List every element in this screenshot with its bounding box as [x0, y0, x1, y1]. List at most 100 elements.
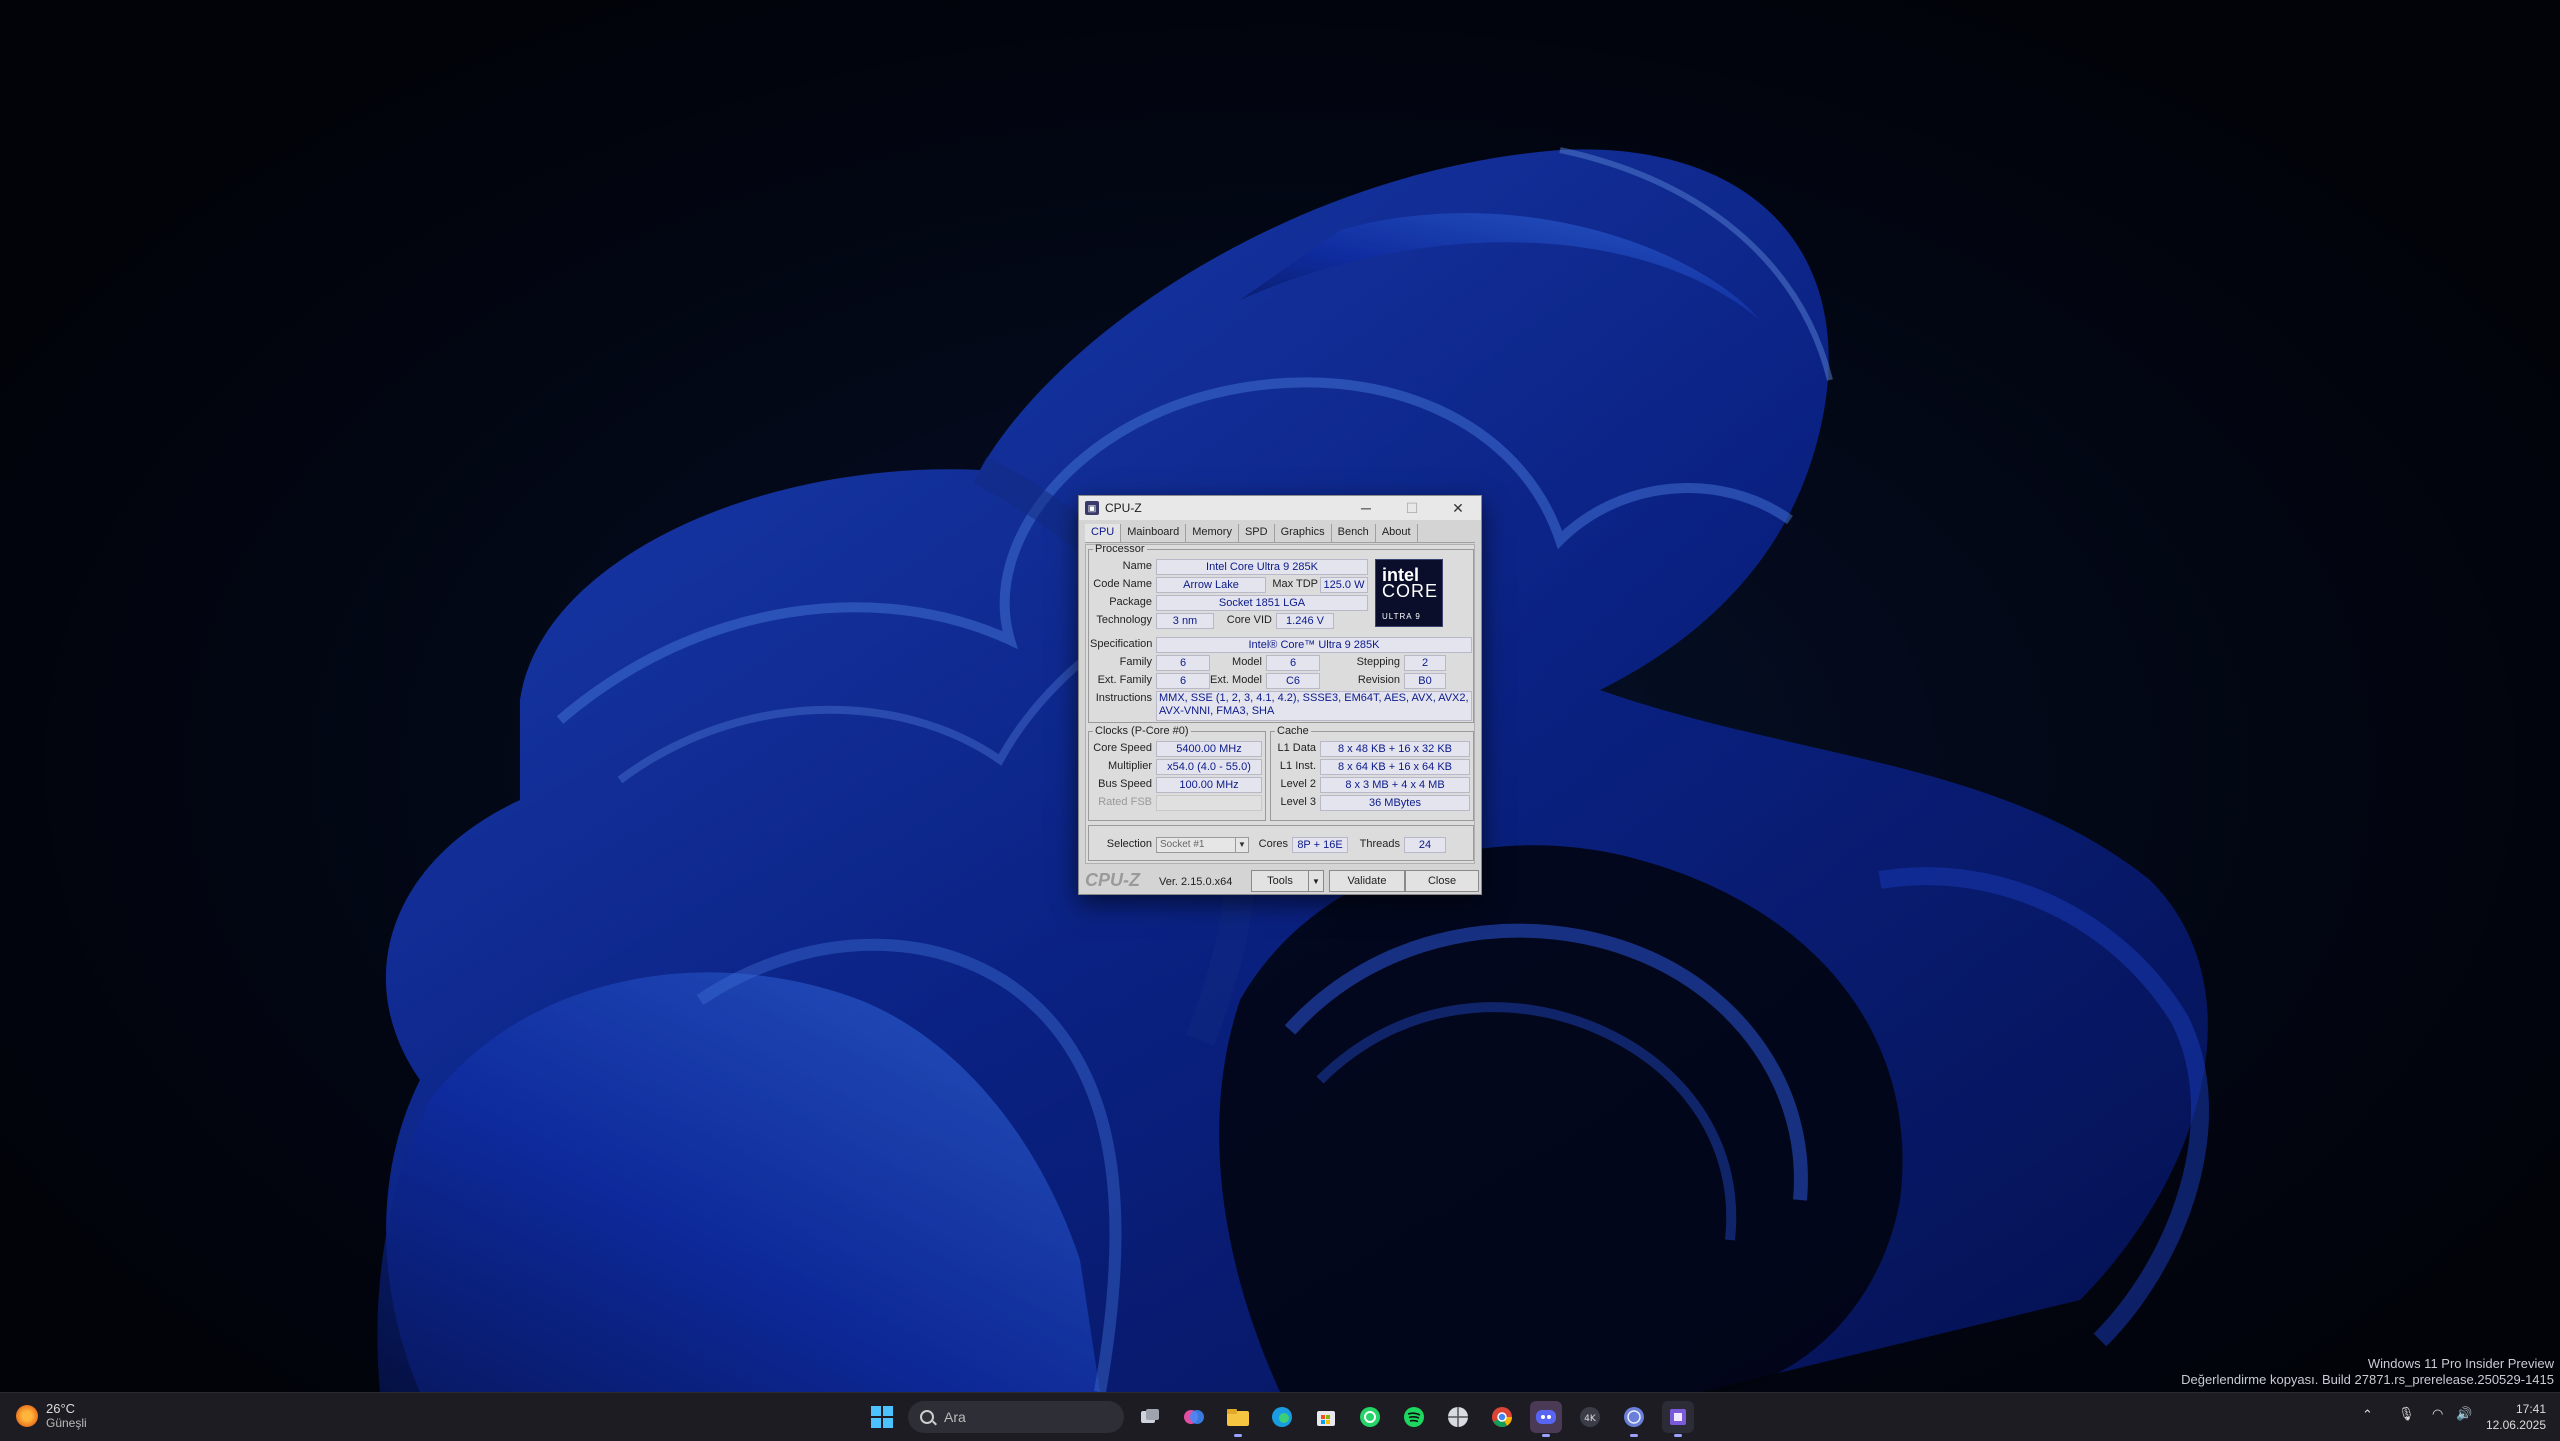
- busspeed-label: Bus Speed: [1098, 778, 1152, 790]
- cores-value: 8P + 16E: [1292, 837, 1348, 853]
- task-view-icon[interactable]: [1134, 1401, 1166, 1433]
- busspeed-value: 100.00 MHz: [1156, 777, 1262, 793]
- model-label: Model: [1232, 656, 1262, 668]
- close-window-button[interactable]: ✕: [1435, 496, 1481, 520]
- window-title: CPU-Z: [1105, 501, 1142, 515]
- stepping-label: Stepping: [1356, 656, 1400, 668]
- running-indicator: [1674, 1434, 1682, 1437]
- watermark-line1: Windows 11 Pro Insider Preview: [2367, 1356, 2554, 1371]
- weather-condition: Güneşli: [46, 1416, 87, 1430]
- cpuz-app-icon: ▣: [1085, 501, 1099, 515]
- tab-mainboard[interactable]: Mainboard: [1121, 524, 1187, 542]
- edge-icon[interactable]: [1266, 1401, 1298, 1433]
- extfamily-value: 6: [1156, 673, 1210, 689]
- cpuz-footer: CPU-Z Ver. 2.15.0.x64 Tools ▼ Validate C…: [1079, 866, 1481, 894]
- microphone-icon[interactable]: 🎙: [2398, 1406, 2415, 1422]
- spotify-icon[interactable]: [1398, 1401, 1430, 1433]
- tools-button-label: Tools: [1267, 875, 1293, 887]
- instructions-label: Instructions: [1095, 692, 1152, 704]
- running-indicator: [1542, 1434, 1550, 1437]
- network-tool-icon[interactable]: [1442, 1401, 1474, 1433]
- weather-widget[interactable]: 26°C Güneşli: [16, 1401, 87, 1431]
- sun-icon: [16, 1405, 38, 1427]
- package-value: Socket 1851 LGA: [1156, 595, 1368, 611]
- whatsapp-icon[interactable]: [1354, 1401, 1386, 1433]
- running-indicator: [1234, 1434, 1242, 1437]
- tools-dropdown-button[interactable]: ▼: [1308, 870, 1324, 892]
- spec-value: Intel® Core™ Ultra 9 285K: [1156, 637, 1472, 653]
- running-indicator: [1630, 1434, 1638, 1437]
- search-box[interactable]: Ara: [908, 1401, 1124, 1433]
- maximize-button: ☐: [1405, 500, 1419, 516]
- maxtdp-label: Max TDP: [1272, 578, 1318, 590]
- package-label: Package: [1109, 596, 1152, 608]
- tab-bench[interactable]: Bench: [1332, 524, 1376, 542]
- multiplier-value: x54.0 (4.0 - 55.0): [1156, 759, 1262, 775]
- tab-cpu[interactable]: CPU: [1085, 524, 1122, 542]
- globe-app-icon[interactable]: [1618, 1401, 1650, 1437]
- model-value: 6: [1266, 655, 1320, 671]
- l1data-label: L1 Data: [1277, 742, 1316, 754]
- chevron-down-icon: ▼: [1235, 838, 1248, 852]
- extmodel-label: Ext. Model: [1210, 674, 1262, 686]
- extfamily-label: Ext. Family: [1097, 674, 1152, 686]
- family-label: Family: [1119, 656, 1152, 668]
- corevid-value: 1.246 V: [1276, 613, 1334, 629]
- minimize-button[interactable]: ─: [1343, 496, 1389, 520]
- multiplier-label: Multiplier: [1107, 760, 1152, 772]
- level3-value: 36 MBytes: [1320, 795, 1470, 811]
- corespeed-value: 5400.00 MHz: [1156, 741, 1262, 757]
- threads-value: 24: [1404, 837, 1446, 853]
- instructions-value: MMX, SSE (1, 2, 3, 4.1, 4.2), SSSE3, EM6…: [1156, 691, 1472, 721]
- discord-icon[interactable]: [1530, 1401, 1562, 1437]
- watermark-line2: Değerlendirme kopyası. Build 27871.rs_pr…: [2181, 1372, 2554, 1387]
- store-icon[interactable]: [1310, 1401, 1342, 1433]
- insider-watermark: Windows 11 Pro Insider Preview Değerlend…: [2181, 1356, 2554, 1388]
- cache-legend: Cache: [1277, 725, 1309, 737]
- name-value: Intel Core Ultra 9 285K: [1156, 559, 1368, 575]
- search-icon: [920, 1410, 934, 1424]
- close-button[interactable]: Close: [1405, 870, 1479, 892]
- clock[interactable]: 17:41 12.06.2025: [2486, 1401, 2546, 1433]
- cpuz-window[interactable]: ▣ CPU-Z ─ ☐ ✕ CPU Mainboard Memory SPD G…: [1078, 495, 1482, 895]
- codename-label: Code Name: [1093, 578, 1152, 590]
- threads-label: Threads: [1359, 838, 1400, 850]
- corespeed-label: Core Speed: [1093, 742, 1152, 754]
- tools-button[interactable]: Tools: [1251, 870, 1309, 892]
- socket-select[interactable]: Socket #1 ▼: [1156, 837, 1249, 853]
- clock-date: 12.06.2025: [2485, 1418, 2546, 1432]
- tab-memory[interactable]: Memory: [1186, 524, 1239, 542]
- logo-line3: ULTRA 9: [1382, 612, 1421, 621]
- wifi-icon[interactable]: ◠: [2432, 1406, 2443, 1422]
- search-placeholder: Ara: [944, 1409, 966, 1425]
- title-bar[interactable]: ▣ CPU-Z ─ ☐ ✕: [1079, 496, 1481, 520]
- chrome-icon[interactable]: [1486, 1401, 1518, 1433]
- revision-value: B0: [1404, 673, 1446, 689]
- extmodel-value: C6: [1266, 673, 1320, 689]
- version-text: Ver. 2.15.0.x64: [1159, 876, 1233, 888]
- tab-spd[interactable]: SPD: [1239, 524, 1275, 542]
- selection-label: Selection: [1106, 838, 1152, 850]
- cores-label: Cores: [1258, 838, 1288, 850]
- stepping-value: 2: [1404, 655, 1446, 671]
- tab-graphics[interactable]: Graphics: [1275, 524, 1332, 542]
- maxtdp-value: 125.0 W: [1320, 577, 1368, 593]
- 4k-video-icon[interactable]: 4K: [1574, 1401, 1606, 1433]
- socket-select-value: Socket #1: [1160, 839, 1205, 850]
- level2-label: Level 2: [1280, 778, 1316, 790]
- cpuz-brand-logo: CPU-Z: [1085, 870, 1140, 890]
- clocks-legend: Clocks (P-Core #0): [1095, 725, 1189, 737]
- cpuz-icon[interactable]: [1662, 1401, 1694, 1437]
- copilot-icon[interactable]: [1178, 1401, 1210, 1433]
- validate-button[interactable]: Validate: [1329, 870, 1405, 892]
- technology-value: 3 nm: [1156, 613, 1214, 629]
- volume-icon[interactable]: 🔊: [2456, 1406, 2472, 1422]
- chevron-up-icon[interactable]: ⌃: [2362, 1407, 2373, 1423]
- taskbar: 26°C Güneşli Ara 4K ⌃ 🎙 ◠ 🔊 17:41 12.06.…: [0, 1392, 2560, 1441]
- ratedfsb-label: Rated FSB: [1098, 796, 1152, 808]
- corevid-label: Core VID: [1226, 614, 1272, 626]
- l1inst-value: 8 x 64 KB + 16 x 64 KB: [1320, 759, 1470, 775]
- file-explorer-icon[interactable]: [1222, 1401, 1254, 1437]
- start-icon[interactable]: [866, 1401, 898, 1433]
- tab-about[interactable]: About: [1376, 524, 1418, 542]
